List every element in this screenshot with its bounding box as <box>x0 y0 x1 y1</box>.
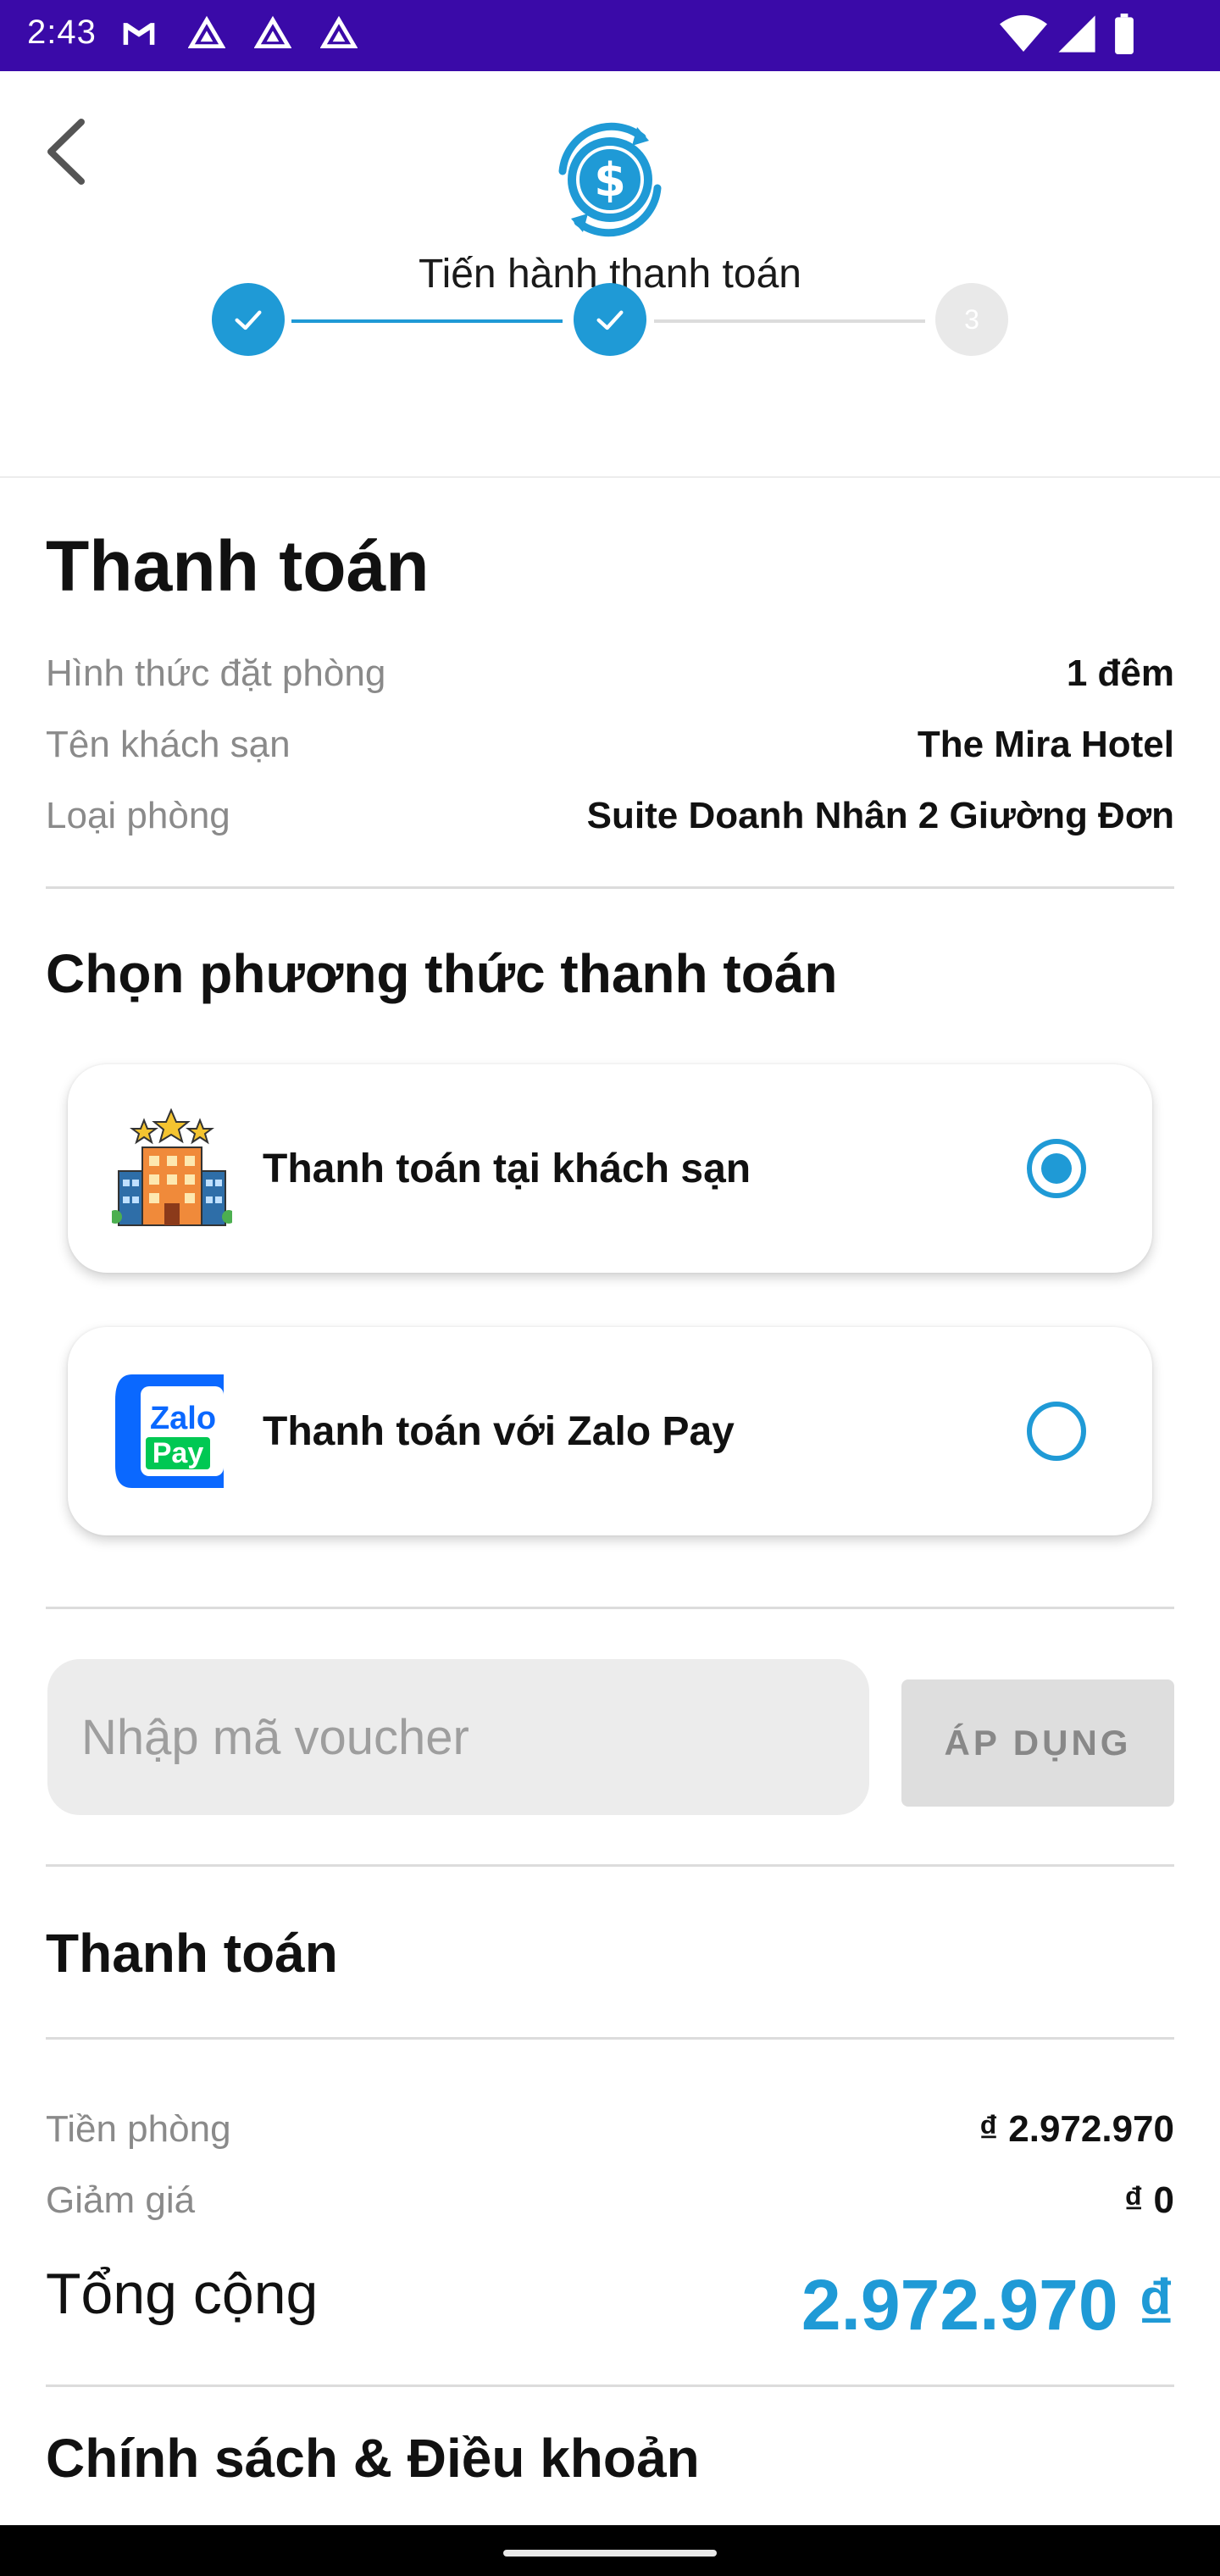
total-label: Tổng cộng <box>46 2262 319 2326</box>
radio-selected[interactable] <box>1027 1139 1086 1198</box>
hotel-name-value: The Mira Hotel <box>917 724 1174 765</box>
total-value: 2.972.970 ₫ <box>801 2265 1174 2345</box>
step-2-done <box>574 283 646 356</box>
room-type-value: Suite Doanh Nhân 2 Giường Đơn <box>586 795 1174 836</box>
divider <box>46 1864 1174 1867</box>
signal-icon <box>1058 15 1095 53</box>
hotel-name-label: Tên khách sạn <box>46 724 291 765</box>
divider <box>46 1607 1174 1609</box>
payment-cycle-icon: $ <box>558 122 662 237</box>
payment-option-hotel[interactable]: Thanh toán tại khách sạn <box>68 1064 1152 1273</box>
step-1-done <box>212 283 285 356</box>
step-3-pending: 3 <box>935 283 1008 356</box>
discount-label: Giảm giá <box>46 2179 196 2221</box>
divider <box>46 2037 1174 2040</box>
chevron-left-icon <box>47 119 85 185</box>
divider <box>46 886 1174 889</box>
payment-method-title: Chọn phương thức thanh toán <box>46 943 838 1004</box>
booking-type-label: Hình thức đặt phòng <box>46 652 386 694</box>
drive-icon <box>254 15 291 49</box>
radio-unselected[interactable] <box>1027 1402 1086 1461</box>
step-3-label: 3 <box>964 303 979 335</box>
room-price-label: Tiền phòng <box>46 2108 231 2150</box>
zalopay-icon: Zalo Pay <box>115 1374 224 1488</box>
booking-type-value: 1 đêm <box>1066 652 1174 694</box>
status-bar: 2:43 <box>0 0 1220 71</box>
check-icon <box>596 310 624 330</box>
divider <box>46 2384 1174 2387</box>
stepper-line-done <box>291 319 563 323</box>
policy-title[interactable]: Chính sách & Điều khoản <box>46 2427 700 2490</box>
check-icon <box>235 310 262 330</box>
back-button[interactable] <box>34 114 102 190</box>
hotel-icon <box>112 1108 232 1226</box>
voucher-input[interactable] <box>47 1659 869 1815</box>
room-price-value: ₫ 2.972.970 <box>979 2108 1174 2150</box>
gmail-icon <box>123 23 155 45</box>
wifi-icon <box>1000 14 1047 52</box>
stepper-line-pending <box>654 319 925 323</box>
battery-icon <box>1115 14 1134 54</box>
apply-voucher-button[interactable]: ÁP DỤNG <box>901 1679 1174 1807</box>
summary-title: Thanh toán <box>46 1923 338 1984</box>
svg-text:$: $ <box>594 153 626 207</box>
home-gesture-handle[interactable] <box>503 2550 717 2557</box>
payment-option-zalopay-label: Thanh toán với Zalo Pay <box>263 1409 735 1454</box>
payment-option-zalopay[interactable]: Zalo Pay Thanh toán với Zalo Pay <box>68 1327 1152 1535</box>
zalopay-logo-subtext: Pay <box>152 1437 204 1469</box>
drive-icon <box>188 15 225 49</box>
discount-value: ₫ 0 <box>1123 2179 1174 2221</box>
payment-option-hotel-label: Thanh toán tại khách sạn <box>263 1146 751 1191</box>
checkout-header: $ Tiến hành thanh toán <box>0 71 1220 478</box>
booking-title: Thanh toán <box>46 526 430 606</box>
status-time: 2:43 <box>27 14 97 51</box>
room-type-label: Loại phòng <box>46 795 230 836</box>
drive-icon <box>320 15 358 49</box>
zalopay-logo-text: Zalo <box>150 1401 216 1436</box>
